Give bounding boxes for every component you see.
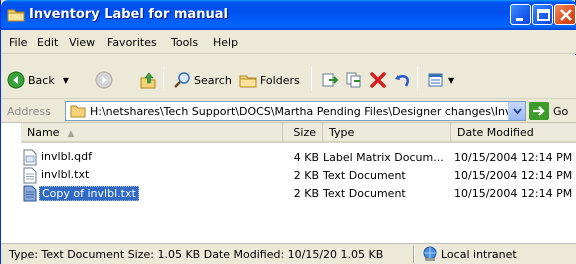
maximize-button[interactable] [532, 4, 553, 25]
file-list[interactable]: Name ▲ Size Type Date Modified invlbl.qdf… [1, 123, 576, 243]
folders-button[interactable]: Folders [239, 69, 300, 91]
qdf-file-icon [23, 149, 37, 166]
security-zone-label: Local intranet [441, 248, 517, 261]
copy-to-button[interactable] [345, 69, 366, 91]
status-separator [413, 246, 415, 263]
minimize-icon [516, 18, 523, 21]
close-icon [560, 9, 572, 21]
folder-icon [7, 9, 25, 22]
menu-file[interactable]: File [9, 36, 27, 49]
menu-bar: File Edit View Favorites Tools Help [1, 30, 576, 82]
file-type: Text Document [323, 187, 406, 200]
toolbar-separator [311, 67, 312, 91]
views-button[interactable]: ▼ [427, 69, 454, 91]
address-bar: Address H:\netshares\Tech Support\DOCS\M… [1, 99, 576, 123]
menu-tools[interactable]: Tools [171, 36, 198, 49]
file-name: Copy of invlbl.txt [39, 186, 139, 201]
text-file-icon [23, 167, 37, 184]
minimize-button[interactable] [510, 4, 531, 25]
column-header-name[interactable]: Name ▲ [21, 123, 283, 143]
copy-to-icon [346, 72, 361, 88]
file-size: 4 KB [293, 151, 319, 164]
back-button[interactable]: Back ▼ [7, 69, 69, 91]
up-arrow-icon [140, 72, 156, 89]
column-header-date-modified[interactable]: Date Modified [451, 123, 576, 143]
file-row-selected[interactable]: Copy of invlbl.txt 2 KB Text Document 10… [1, 185, 576, 203]
file-modified: 10/15/2004 12:14 PM [454, 187, 573, 200]
text-file-icon [23, 185, 37, 202]
file-modified: 10/15/2004 12:14 PM [454, 151, 573, 164]
menu-edit[interactable]: Edit [37, 36, 58, 49]
move-to-button[interactable] [321, 69, 342, 91]
go-button[interactable] [529, 102, 549, 120]
back-arrow-icon [7, 71, 25, 89]
back-label: Back [28, 73, 55, 87]
title-bar[interactable]: Inventory Label for manual [1, 0, 576, 30]
column-name-label: Name [27, 126, 60, 139]
file-name: invlbl.qdf [41, 150, 92, 163]
file-modified: 10/15/2004 12:14 PM [454, 169, 573, 182]
address-label: Address [7, 105, 51, 118]
file-size: 2 KB [293, 169, 319, 182]
file-row[interactable]: invlbl.txt 2 KB Text Document 10/15/2004… [1, 167, 576, 185]
status-bar: Type: Text Document Size: 1.05 KB Date M… [1, 243, 576, 264]
folders-icon [239, 75, 257, 88]
search-label: Search [194, 73, 232, 87]
toolbar: Back ▼ Search Folders ▼ [1, 55, 576, 99]
column-header-size[interactable]: Size [283, 123, 323, 143]
maximize-icon [537, 9, 550, 21]
forward-arrow-icon [95, 71, 113, 89]
explorer-window: Inventory Label for manual File Edit Vie… [0, 0, 576, 264]
views-dropdown-icon[interactable]: ▼ [448, 76, 454, 85]
window-title: Inventory Label for manual [29, 7, 228, 22]
move-to-icon [322, 73, 339, 87]
folders-label: Folders [260, 73, 300, 87]
file-name: invlbl.txt [41, 168, 90, 181]
file-type: Text Document [323, 169, 406, 182]
views-icon [428, 73, 443, 87]
delete-button[interactable] [369, 69, 390, 91]
go-label[interactable]: Go [553, 105, 568, 118]
folder-icon [70, 105, 86, 118]
address-dropdown-button[interactable] [508, 102, 525, 120]
forward-button[interactable] [95, 69, 116, 91]
undo-button[interactable] [393, 69, 414, 91]
file-row[interactable]: invlbl.qdf 4 KB Label Matrix Docum... 10… [1, 149, 576, 167]
toolbar-separator [417, 67, 418, 91]
menu-view[interactable]: View [69, 36, 95, 49]
file-size: 2 KB [293, 187, 319, 200]
local-intranet-icon [423, 246, 437, 261]
chevron-down-icon [513, 108, 522, 115]
sort-ascending-icon: ▲ [67, 129, 75, 139]
toolbar-separator [163, 67, 164, 91]
delete-icon [370, 72, 386, 88]
close-button[interactable] [554, 4, 576, 25]
file-type: Label Matrix Docum... [323, 151, 444, 164]
back-dropdown-icon[interactable]: ▼ [63, 76, 69, 85]
menu-help[interactable]: Help [213, 36, 238, 49]
address-path: H:\netshares\Tech Support\DOCS\Martha Pe… [90, 105, 519, 118]
status-text: Type: Text Document Size: 1.05 KB Date M… [9, 248, 384, 261]
column-header-type[interactable]: Type [323, 123, 451, 143]
search-button[interactable]: Search [173, 69, 232, 91]
go-arrow-icon [533, 106, 545, 116]
up-folder-button[interactable] [139, 69, 160, 91]
search-icon [174, 72, 190, 88]
menu-favorites[interactable]: Favorites [107, 36, 157, 49]
address-input[interactable]: H:\netshares\Tech Support\DOCS\Martha Pe… [65, 101, 526, 121]
undo-icon [395, 75, 410, 87]
